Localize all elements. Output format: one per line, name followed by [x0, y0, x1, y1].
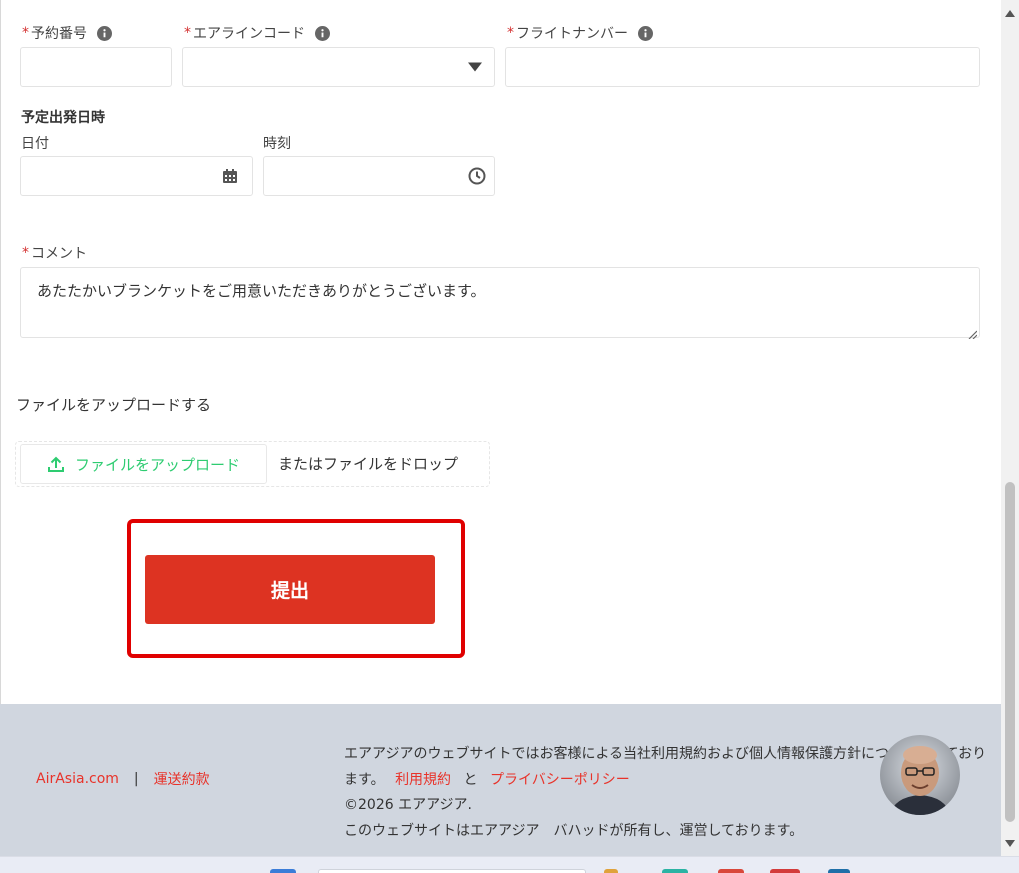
terms-link[interactable]: 利用規約 [395, 772, 451, 788]
flight-number-label: * フライトナンバー [507, 23, 653, 43]
app-icon-2[interactable] [828, 869, 850, 873]
comment-label: * コメント [22, 243, 87, 263]
app-icon[interactable] [770, 869, 800, 873]
time-label: 時刻 [263, 136, 291, 152]
dropdown-arrow-icon [468, 62, 482, 72]
vertical-scrollbar[interactable] [1001, 0, 1019, 856]
taskbar-search-box[interactable] [318, 869, 586, 873]
footer-link-conditions[interactable]: 運送約款 [154, 769, 210, 789]
scroll-down-arrow-icon[interactable] [1005, 838, 1015, 848]
scroll-up-arrow-icon[interactable] [1005, 8, 1015, 18]
upload-title: ファイルをアップロードする [16, 396, 212, 414]
airline-code-select[interactable] [182, 47, 495, 87]
departure-title: 予定出発日時 [21, 110, 105, 126]
file-explorer-icon[interactable] [604, 869, 618, 873]
flight-number-label-text: フライトナンバー [516, 26, 628, 42]
and-text: と [463, 771, 478, 788]
reservation-number-label: * 予約番号 [22, 23, 112, 43]
airline-code-label-text: エアラインコード [193, 26, 305, 42]
calendar-icon[interactable] [222, 168, 238, 184]
footer-links: AirAsia.com | 運送約款 [36, 769, 210, 789]
upload-button-label: ファイルをアップロード [74, 455, 240, 474]
start-icon[interactable] [270, 869, 296, 873]
edge-icon[interactable] [662, 869, 688, 873]
drop-text: またはファイルをドロップ [278, 455, 459, 473]
flight-number-input[interactable] [505, 47, 980, 87]
required-mark: * [22, 245, 29, 261]
date-input[interactable] [20, 156, 253, 196]
required-mark: * [184, 25, 191, 41]
upload-button[interactable]: ファイルをアップロード [20, 444, 267, 484]
resize-handle-icon[interactable] [967, 325, 978, 340]
clock-icon[interactable] [468, 167, 486, 185]
comment-textarea[interactable]: あたたかいブランケットをご用意いただきありがとうございます。 [20, 267, 980, 340]
comment-value: あたたかいブランケットをご用意いただきありがとうございます。 [37, 282, 486, 300]
page: * 予約番号 * エアラインコード * フライトナンバー 予定出発日時 日付 時… [0, 0, 1019, 873]
privacy-link[interactable]: プライバシーポリシー [490, 772, 630, 788]
airline-code-label: * エアラインコード [184, 23, 330, 43]
ownership-text: このウェブサイトはエアアジア バハッドが所有し、運営しております。 [344, 822, 804, 839]
required-mark: * [22, 25, 29, 41]
avatar[interactable] [880, 735, 960, 815]
footer-link-airasia[interactable]: AirAsia.com [36, 771, 119, 787]
chrome-icon[interactable] [718, 869, 744, 873]
reservation-number-label-text: 予約番号 [31, 26, 87, 42]
reservation-number-input[interactable] [20, 47, 172, 87]
info-icon[interactable] [638, 25, 653, 41]
time-input[interactable] [263, 156, 495, 196]
required-mark: * [507, 25, 514, 41]
comment-label-text: コメント [31, 246, 87, 262]
info-icon[interactable] [315, 25, 330, 41]
scroll-thumb[interactable] [1005, 482, 1015, 822]
date-label: 日付 [21, 136, 49, 152]
submit-button[interactable]: 提出 [145, 555, 435, 624]
footer: AirAsia.com | 運送約款 エアアジアのウェブサイトではお客様による当… [0, 704, 1001, 856]
taskbar [0, 856, 1019, 873]
info-icon[interactable] [97, 25, 112, 41]
upload-icon [47, 455, 65, 473]
footer-separator: | [133, 771, 139, 787]
left-border [0, 0, 1, 704]
